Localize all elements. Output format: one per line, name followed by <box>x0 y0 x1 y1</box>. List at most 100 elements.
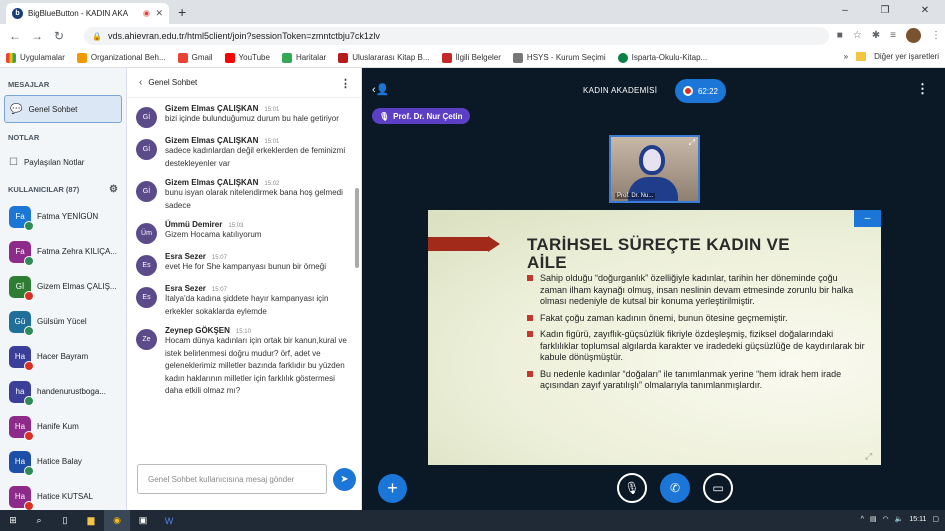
talking-indicator[interactable]: 🎙 Prof. Dr. Nur Çetin <box>372 108 470 124</box>
reading-list-icon[interactable]: ≡ <box>890 30 896 41</box>
user-list-item[interactable]: Ha Hanife Kum <box>0 409 126 444</box>
message-header: Esra Sezer 15:07 <box>165 252 326 261</box>
user-list-item[interactable]: Ha Hatice Balay <box>0 444 126 479</box>
user-list-item[interactable]: Ha Hatice KUTSAL <box>0 479 126 514</box>
user-list-item[interactable]: Fa Fatma YENİGÜN <box>0 199 126 234</box>
bookmark-item[interactable]: Uluslararası Kitap B... <box>338 52 430 63</box>
mic-muted-icon <box>24 430 34 441</box>
camera-in-use-icon[interactable]: ■ <box>837 30 843 41</box>
profile-avatar[interactable] <box>906 28 921 43</box>
bookmark-item[interactable]: Isparta-Okulu-Kitap... <box>617 52 707 63</box>
avatar-initials: Ha <box>14 352 26 361</box>
task-view-icon[interactable]: ▯ <box>52 510 78 531</box>
avatar-initials: Ha <box>14 457 26 466</box>
windows-taskbar: ⊞ ⌕ ▯ ▆ ◉ ▣ W ^ ▤ ◠ 🔈 15:11 ▢ <box>0 510 945 531</box>
messages-header: MESAJLAR <box>8 80 50 89</box>
actions-button[interactable]: + <box>378 474 407 503</box>
toolbar-actions: ■ ☆ ✱ ≡ ⋮ <box>837 28 941 43</box>
clock[interactable]: 15:11 <box>909 516 926 523</box>
avatar-initials: Fa <box>15 247 25 256</box>
chat-scrollbar[interactable] <box>355 188 359 268</box>
presenter-head <box>639 145 665 175</box>
wifi-icon[interactable]: ◠ <box>883 515 889 523</box>
share-webcam-button[interactable]: ▭ <box>703 473 733 503</box>
new-tab-button[interactable]: + <box>178 4 186 20</box>
forward-arrow-icon[interactable]: → <box>26 29 48 43</box>
notifications-icon[interactable]: ▢ <box>932 515 939 523</box>
chat-message: Gİ Gizem Elmas ÇALIŞKAN 15:02 bunu isyan ol… <box>127 178 361 212</box>
slide-fullscreen-icon[interactable]: ⤢ <box>865 451 872 462</box>
search-icon[interactable]: ⌕ <box>26 510 52 531</box>
file-explorer-icon[interactable]: ▆ <box>78 510 104 531</box>
chrome-icon[interactable]: ◉ <box>104 510 130 531</box>
windows-start-icon[interactable]: ⊞ <box>0 510 26 531</box>
extensions-icon[interactable]: ✱ <box>872 30 880 41</box>
gear-icon[interactable]: ⚙ <box>109 184 118 195</box>
avatar: Gİ <box>136 107 157 128</box>
network-icon[interactable]: ▤ <box>870 515 877 523</box>
bookmark-item[interactable]: İlgili Belgeler <box>441 52 501 63</box>
record-icon <box>682 86 693 96</box>
browser-menu-icon[interactable]: ⋮ <box>931 30 941 41</box>
avatar: Gİ <box>9 275 34 301</box>
chat-message: Es Esra Sezer 15:07 İtalya'da kadına şiddet… <box>127 284 361 318</box>
back-arrow-icon[interactable]: ← <box>4 29 26 43</box>
presentation-area: ‹👤 KADIN AKADEMİSİ 62:22 ⋮ 🎙 Prof. Dr. N… <box>362 68 945 510</box>
shared-notes-item[interactable]: ☐ Paylaşılan Notlar <box>4 148 122 176</box>
url-bar[interactable]: 🔒 vds.ahievran.edu.tr/html5client/join?s… <box>84 27 829 45</box>
app-icon[interactable]: ▣ <box>130 510 156 531</box>
browser-tab[interactable]: b BigBlueButton - KADIN AKA ✕ <box>6 3 169 24</box>
message-text: İtalya'da kadına şiddete hayır kampanyas… <box>165 294 329 316</box>
message-input[interactable]: Genel Sohbet kullanıcısına mesaj gönder <box>137 464 327 494</box>
user-list-item[interactable]: Fa Fatma Zehra KILIÇA... <box>0 234 126 269</box>
chevron-left-icon[interactable]: ‹ <box>139 77 142 88</box>
user-name: handenurustboga... <box>37 387 106 396</box>
toggle-userlist-icon[interactable]: ‹👤 <box>372 83 389 96</box>
notes-icon: ☐ <box>9 156 18 168</box>
chat-options-icon[interactable]: ⋮ <box>340 77 351 90</box>
reload-icon[interactable]: ↻ <box>48 29 70 43</box>
bookmark-maps[interactable]: Haritalar <box>281 52 326 63</box>
close-window-icon[interactable]: ✕ <box>905 0 945 20</box>
bookmark-item[interactable]: HSYS - Kurum Seçimi <box>512 52 606 63</box>
message-text: evet He for She kampanyası bunun bir örn… <box>165 262 326 271</box>
user-list-item[interactable]: Ha Hacer Bayram <box>0 339 126 374</box>
minimize-window-icon[interactable]: – <box>825 0 865 20</box>
chevron-up-icon[interactable]: ^ <box>861 516 864 523</box>
user-list-item[interactable]: Gİ Gizem Elmas ÇALIŞ... <box>0 269 126 304</box>
options-menu-icon[interactable]: ⋮ <box>916 81 929 97</box>
mic-on-icon <box>24 255 34 266</box>
message-list[interactable]: Gİ Gizem Elmas ÇALIŞKAN 15:01 bizi içinde b… <box>127 98 361 398</box>
bookmark-apps[interactable]: Uygulamalar <box>6 52 65 63</box>
browser-tab-strip: b BigBlueButton - KADIN AKA ✕ + – ❐ ✕ <box>0 0 945 24</box>
leave-audio-button[interactable]: ✆ <box>660 473 690 503</box>
avatar-initials: Ha <box>14 422 26 431</box>
message-body: Gizem Elmas ÇALIŞKAN 15:01 sadece kadınlar… <box>165 136 353 170</box>
mute-button[interactable]: 🎙 <box>617 473 647 503</box>
message-header: Esra Sezer 15:07 <box>165 284 353 293</box>
minimize-presentation-button[interactable]: – <box>854 210 881 227</box>
sender-name: Gizem Elmas ÇALIŞKAN <box>165 136 259 145</box>
volume-icon[interactable]: 🔈 <box>895 515 904 523</box>
bookmark-gmail[interactable]: Gmail <box>177 52 213 63</box>
public-chat-item[interactable]: 💬 Genel Sohbet <box>4 95 122 123</box>
bookmark-item[interactable]: Organizational Beh... <box>76 52 166 63</box>
maximize-window-icon[interactable]: ❐ <box>865 0 905 20</box>
message-header: Gizem Elmas ÇALIŞKAN 15:02 <box>165 178 353 187</box>
send-button[interactable]: ➤ <box>333 468 356 491</box>
window-controls: – ❐ ✕ <box>825 0 945 20</box>
bookmark-youtube[interactable]: YouTube <box>224 52 270 63</box>
message-body: Esra Sezer 15:07 İtalya'da kadına şiddete … <box>165 284 353 318</box>
chevron-right-icon[interactable]: » <box>844 52 848 61</box>
close-tab-icon[interactable]: ✕ <box>155 8 163 19</box>
other-bookmarks[interactable]: Diğer yer işaretleri <box>874 52 939 61</box>
bookmark-star-icon[interactable]: ☆ <box>853 30 862 41</box>
public-chat-label: Genel Sohbet <box>28 104 78 114</box>
slide-bullets: Sahip olduğu “doğurganlık” özelliğiyle k… <box>526 273 866 397</box>
user-list-item[interactable]: ha handenurustboga... <box>0 374 126 409</box>
user-list-item[interactable]: Gü Gülsüm Yücel <box>0 304 126 339</box>
webcam-video[interactable]: ⤢ Prof. Dr. Nu... <box>609 135 700 203</box>
word-icon[interactable]: W <box>156 510 182 531</box>
recording-timer[interactable]: 62:22 <box>675 79 726 103</box>
fullscreen-icon[interactable]: ⤢ <box>689 138 695 148</box>
